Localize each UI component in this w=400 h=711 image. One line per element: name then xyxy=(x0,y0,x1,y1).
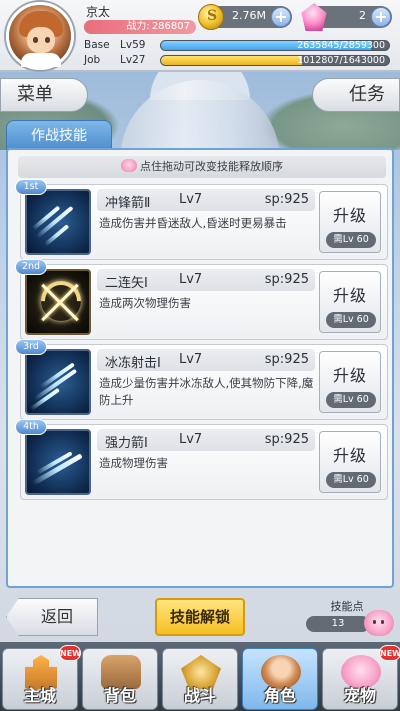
level-requirement: 需Lv 60 xyxy=(326,392,376,408)
upgrade-label: 升级 xyxy=(332,366,367,385)
nav-label: 角色 xyxy=(263,686,296,705)
skill-header: 二连矢Ⅰ Lv7 sp:925 xyxy=(97,269,315,291)
skill-level: Lv7 xyxy=(179,352,203,367)
add-gold-button[interactable]: + xyxy=(271,7,291,27)
skill-level: Lv7 xyxy=(179,432,203,447)
nav-backpack[interactable]: 背包 xyxy=(82,648,158,710)
skill-sp-cost: sp:925 xyxy=(264,272,309,287)
skill-row[interactable]: 1st 冲锋箭Ⅱ Lv7 sp:925 造成伤害并昏迷敌人,昏迷时更易暴击 升级… xyxy=(15,179,388,260)
gold-currency: 2.76M + xyxy=(198,4,292,30)
skill-points-value: 13 xyxy=(306,616,370,632)
combat-power-label: 战力: xyxy=(126,21,150,32)
drag-hint: 点住拖动可改变技能释放顺序 xyxy=(18,156,386,178)
job-level: Lv27 xyxy=(120,54,146,66)
skill-sp-cost: sp:925 xyxy=(264,432,309,447)
back-button[interactable]: 返回 xyxy=(6,598,98,636)
job-exp-bar: 1012807/1643000 xyxy=(160,55,390,66)
upgrade-button[interactable]: 升级 需Lv 60 xyxy=(319,271,381,333)
nav-character[interactable]: 角色 xyxy=(242,648,318,710)
poring-icon xyxy=(121,159,137,172)
skill-rank-badge: 4th xyxy=(15,419,47,435)
skill-unlock-button[interactable]: 技能解锁 xyxy=(155,598,245,636)
skill-description: 造成伤害并昏迷敌人,昏迷时更易暴击 xyxy=(99,216,287,230)
quest-button[interactable]: 任务 xyxy=(312,78,400,112)
nav-pet[interactable]: 宠物 NEW xyxy=(322,645,400,710)
freezing-shot-icon xyxy=(25,349,91,415)
skill-name: 冰冻射击Ⅰ xyxy=(105,356,161,371)
base-label: Base xyxy=(84,39,110,51)
tab-combat-skills[interactable]: 作战技能 xyxy=(6,120,112,150)
double-shot-icon xyxy=(25,269,91,335)
skill-level: Lv7 xyxy=(179,272,203,287)
skill-description: 造成少量伤害并冰冻敌人,使其物防下降,魔防上升 xyxy=(99,376,314,407)
gem-amount: 2 xyxy=(359,9,366,22)
skill-header: 冰冻射击Ⅰ Lv7 sp:925 xyxy=(97,349,315,371)
upgrade-label: 升级 xyxy=(332,206,367,225)
player-name: 京太 xyxy=(86,5,111,19)
skill-rank-badge: 1st xyxy=(15,179,47,195)
skill-name: 二连矢Ⅰ xyxy=(105,276,148,291)
skill-rank-badge: 2nd xyxy=(15,259,47,275)
level-requirement: 需Lv 60 xyxy=(326,312,376,328)
power-arrow-icon xyxy=(25,429,91,495)
skill-points-display: 技能点 13 xyxy=(300,596,394,638)
skill-name: 冲锋箭Ⅱ xyxy=(105,196,151,211)
skill-sp-cost: sp:925 xyxy=(264,352,309,367)
skill-header: 冲锋箭Ⅱ Lv7 sp:925 xyxy=(97,189,315,211)
menu-button[interactable]: 菜单 xyxy=(0,78,88,112)
upgrade-button[interactable]: 升级 需Lv 60 xyxy=(319,191,381,253)
new-badge: NEW xyxy=(59,645,81,661)
job-label: Job xyxy=(84,54,101,66)
skill-row[interactable]: 4th 强力箭Ⅰ Lv7 sp:925 造成物理伤害 升级 需Lv 60 xyxy=(15,419,388,500)
skill-rank-badge: 3rd xyxy=(15,339,47,355)
skill-row[interactable]: 2nd 二连矢Ⅰ Lv7 sp:925 造成两次物理伤害 升级 需Lv 60 xyxy=(15,259,388,340)
upgrade-label: 升级 xyxy=(332,446,367,465)
skills-panel: 点住拖动可改变技能释放顺序 1st 冲锋箭Ⅱ Lv7 sp:925 造成伤害并昏… xyxy=(6,148,394,588)
gold-coin-icon xyxy=(198,4,224,30)
level-requirement: 需Lv 60 xyxy=(326,232,376,248)
upgrade-button[interactable]: 升级 需Lv 60 xyxy=(319,431,381,493)
gem-currency: 2 + xyxy=(301,3,392,31)
nav-label: 主城 xyxy=(23,686,56,705)
gold-amount: 2.76M xyxy=(232,9,266,22)
poring-mascot-icon xyxy=(364,610,394,636)
gem-icon xyxy=(301,3,327,31)
base-exp-bar: 2635845/2859300 xyxy=(160,40,390,51)
bottom-navigation: 主城 NEW 背包 战斗 角色 宠物 NEW xyxy=(0,642,400,711)
base-level: Lv59 xyxy=(120,39,146,51)
base-exp-value: 2635845/2859300 xyxy=(297,40,385,51)
skill-sp-cost: sp:925 xyxy=(264,192,309,207)
drag-hint-text: 点住拖动可改变技能释放顺序 xyxy=(140,160,283,173)
player-status-bar: 京太 战力:286807 2.76M + 2 + Base Lv59 26358… xyxy=(0,0,400,72)
job-exp-value: 1012807/1643000 xyxy=(297,55,385,66)
nav-label: 战斗 xyxy=(183,686,216,705)
add-gem-button[interactable]: + xyxy=(371,7,391,27)
skill-description: 造成物理伤害 xyxy=(99,456,168,470)
combat-power-badge: 战力: 286807 xyxy=(84,20,196,34)
upgrade-button[interactable]: 升级 需Lv 60 xyxy=(319,351,381,413)
combat-power-value: 286807 xyxy=(151,21,190,32)
skill-description: 造成两次物理伤害 xyxy=(99,296,191,310)
nav-main-city[interactable]: 主城 NEW xyxy=(2,645,81,710)
nav-label: 宠物 xyxy=(343,686,376,705)
nav-battle[interactable]: 战斗 xyxy=(162,648,238,710)
nav-label: 背包 xyxy=(103,686,136,705)
skill-level: Lv7 xyxy=(179,192,203,207)
skill-row[interactable]: 3rd 冰冻射击Ⅰ Lv7 sp:925 造成少量伤害并冰冻敌人,使其物防下降,… xyxy=(15,339,388,420)
charge-arrow-icon xyxy=(25,189,91,255)
new-badge: NEW xyxy=(379,645,400,661)
job-exp-fill xyxy=(161,56,302,65)
skill-header: 强力箭Ⅰ Lv7 sp:925 xyxy=(97,429,315,451)
player-avatar[interactable] xyxy=(6,2,74,70)
skill-name: 强力箭Ⅰ xyxy=(105,436,148,451)
upgrade-label: 升级 xyxy=(332,286,367,305)
level-requirement: 需Lv 60 xyxy=(326,472,376,488)
